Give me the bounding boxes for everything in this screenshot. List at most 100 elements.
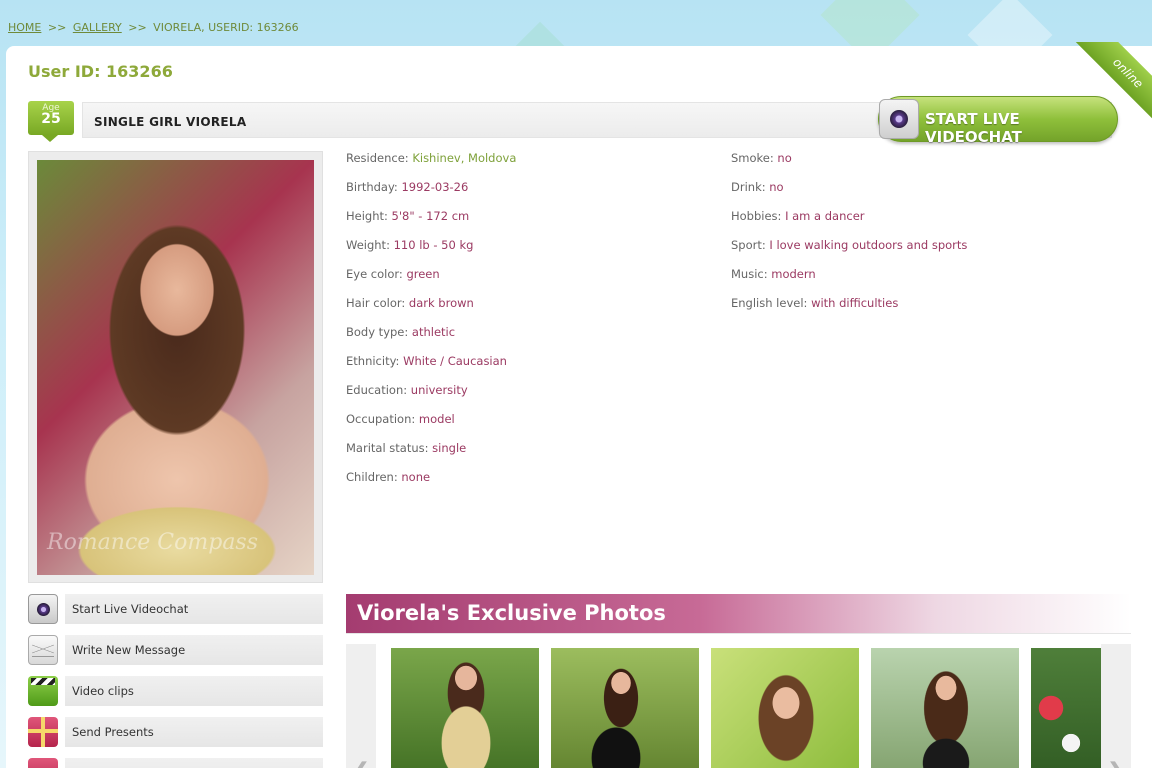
webcam-icon bbox=[28, 594, 58, 624]
detail-key: Hobbies: bbox=[731, 209, 782, 223]
detail-value: university bbox=[410, 383, 468, 397]
detail-row-height: Height: 5'8" - 172 cm bbox=[346, 209, 516, 238]
profile-name: SINGLE GIRL VIORELA bbox=[94, 115, 247, 129]
detail-value: model bbox=[418, 412, 455, 426]
detail-key: Birthday: bbox=[346, 180, 398, 194]
breadcrumb-home-link[interactable]: HOME bbox=[8, 21, 41, 34]
chevron-left-icon: ❮ bbox=[346, 759, 376, 768]
side-menu-label: Send Presents bbox=[72, 725, 154, 739]
photo-carousel: ❮ ❯ bbox=[346, 644, 1131, 768]
detail-key: Occupation: bbox=[346, 412, 416, 426]
detail-row-education: Education: university bbox=[346, 383, 516, 412]
detail-key: Children: bbox=[346, 470, 398, 484]
age-value: 25 bbox=[41, 111, 61, 127]
detail-row-music: Music: modern bbox=[731, 267, 967, 296]
detail-value: dark brown bbox=[408, 296, 474, 310]
detail-key: English level: bbox=[731, 296, 808, 310]
details-right-column: Smoke: no Drink: no Hobbies: I am a danc… bbox=[731, 151, 967, 325]
photo-watermark: Romance Compass bbox=[47, 530, 259, 555]
detail-row-marital-status: Marital status: single bbox=[346, 441, 516, 470]
videochat-button-label: START LIVE VIDEOCHAT bbox=[925, 110, 1022, 146]
detail-row-weight: Weight: 110 lb - 50 kg bbox=[346, 238, 516, 267]
start-live-videochat-button[interactable]: START LIVE VIDEOCHAT bbox=[878, 96, 1118, 146]
detail-key: Eye color: bbox=[346, 267, 403, 281]
carousel-thumbnail[interactable] bbox=[391, 648, 539, 768]
carousel-next-button[interactable]: ❯ bbox=[1101, 644, 1131, 768]
side-menu-send-presents[interactable]: Send Presents bbox=[28, 717, 323, 747]
gift-icon bbox=[28, 717, 58, 747]
side-menu-label: Video clips bbox=[72, 684, 134, 698]
detail-key: Hair color: bbox=[346, 296, 406, 310]
detail-key: Marital status: bbox=[346, 441, 429, 455]
detail-value: no bbox=[769, 180, 784, 194]
detail-row-hair-color: Hair color: dark brown bbox=[346, 296, 516, 325]
main-profile-photo[interactable]: Romance Compass bbox=[37, 160, 314, 575]
detail-row-english-level: English level: with difficulties bbox=[731, 296, 967, 325]
detail-key: Sport: bbox=[731, 238, 766, 252]
detail-value: single bbox=[432, 441, 467, 455]
divider bbox=[346, 633, 1131, 634]
detail-key: Drink: bbox=[731, 180, 766, 194]
detail-key: Body type: bbox=[346, 325, 409, 339]
detail-key: Smoke: bbox=[731, 151, 774, 165]
carousel-thumbnail[interactable] bbox=[1031, 648, 1101, 768]
detail-value: with difficulties bbox=[811, 296, 899, 310]
breadcrumb-gallery-link[interactable]: GALLERY bbox=[73, 21, 122, 34]
side-menu: Start Live Videochat Write New Message V… bbox=[28, 594, 323, 768]
breadcrumb: HOME >> GALLERY >> VIORELA, USERID: 1632… bbox=[8, 21, 299, 34]
detail-key: Ethnicity: bbox=[346, 354, 400, 368]
detail-value: I am a dancer bbox=[785, 209, 865, 223]
side-menu-label: Write New Message bbox=[72, 643, 186, 657]
detail-row-ethnicity: Ethnicity: White / Caucasian bbox=[346, 354, 516, 383]
details-left-column: Residence: Kishinev, Moldova Birthday: 1… bbox=[346, 151, 516, 499]
detail-key: Weight: bbox=[346, 238, 390, 252]
user-id-title: User ID: 163266 bbox=[28, 62, 173, 81]
detail-value: none bbox=[401, 470, 431, 484]
detail-value: 110 lb - 50 kg bbox=[393, 238, 474, 252]
detail-row-residence: Residence: Kishinev, Moldova bbox=[346, 151, 516, 180]
breadcrumb-separator: >> bbox=[47, 21, 67, 34]
detail-row-body-type: Body type: athletic bbox=[346, 325, 516, 354]
detail-value: 1992-03-26 bbox=[401, 180, 469, 194]
detail-row-smoke: Smoke: no bbox=[731, 151, 967, 180]
chevron-right-icon: ❯ bbox=[1101, 759, 1131, 768]
main-photo-frame: Romance Compass bbox=[28, 151, 323, 583]
detail-row-drink: Drink: no bbox=[731, 180, 967, 209]
webcam-icon bbox=[879, 99, 919, 139]
detail-value: White / Caucasian bbox=[403, 354, 507, 368]
carousel-prev-button[interactable]: ❮ bbox=[346, 644, 376, 768]
carousel-thumbnail[interactable] bbox=[871, 648, 1019, 768]
detail-row-hobbies: Hobbies: I am a dancer bbox=[731, 209, 967, 238]
detail-value: 5'8" - 172 cm bbox=[391, 209, 470, 223]
breadcrumb-current: VIORELA, USERID: 163266 bbox=[153, 21, 299, 34]
detail-row-birthday: Birthday: 1992-03-26 bbox=[346, 180, 516, 209]
age-badge: Age 25 bbox=[28, 101, 74, 142]
detail-value: I love walking outdoors and sports bbox=[769, 238, 968, 252]
exclusive-photos-title: Viorela's Exclusive Photos bbox=[357, 601, 666, 625]
detail-key: Height: bbox=[346, 209, 388, 223]
detail-row-occupation: Occupation: model bbox=[346, 412, 516, 441]
side-menu-more[interactable] bbox=[28, 758, 323, 768]
carousel-thumbnail[interactable] bbox=[711, 648, 859, 768]
gift-icon bbox=[28, 758, 58, 768]
detail-value: Kishinev, Moldova bbox=[412, 151, 517, 165]
detail-row-sport: Sport: I love walking outdoors and sport… bbox=[731, 238, 967, 267]
side-menu-start-videochat[interactable]: Start Live Videochat bbox=[28, 594, 323, 624]
exclusive-photos-header: Viorela's Exclusive Photos bbox=[346, 594, 1131, 634]
carousel-thumbnail[interactable] bbox=[551, 648, 699, 768]
side-menu-label: Start Live Videochat bbox=[72, 602, 189, 616]
detail-key: Residence: bbox=[346, 151, 409, 165]
detail-value: green bbox=[406, 267, 440, 281]
detail-key: Music: bbox=[731, 267, 768, 281]
detail-row-eye-color: Eye color: green bbox=[346, 267, 516, 296]
detail-value: athletic bbox=[411, 325, 456, 339]
detail-row-children: Children: none bbox=[346, 470, 516, 499]
detail-value: no bbox=[777, 151, 792, 165]
detail-key: Education: bbox=[346, 383, 408, 397]
clapperboard-icon bbox=[28, 676, 58, 706]
side-menu-video-clips[interactable]: Video clips bbox=[28, 676, 323, 706]
envelope-icon bbox=[28, 635, 58, 665]
side-menu-write-message[interactable]: Write New Message bbox=[28, 635, 323, 665]
profile-panel: online User ID: 163266 SINGLE GIRL VIORE… bbox=[6, 42, 1152, 768]
breadcrumb-separator: >> bbox=[128, 21, 147, 34]
